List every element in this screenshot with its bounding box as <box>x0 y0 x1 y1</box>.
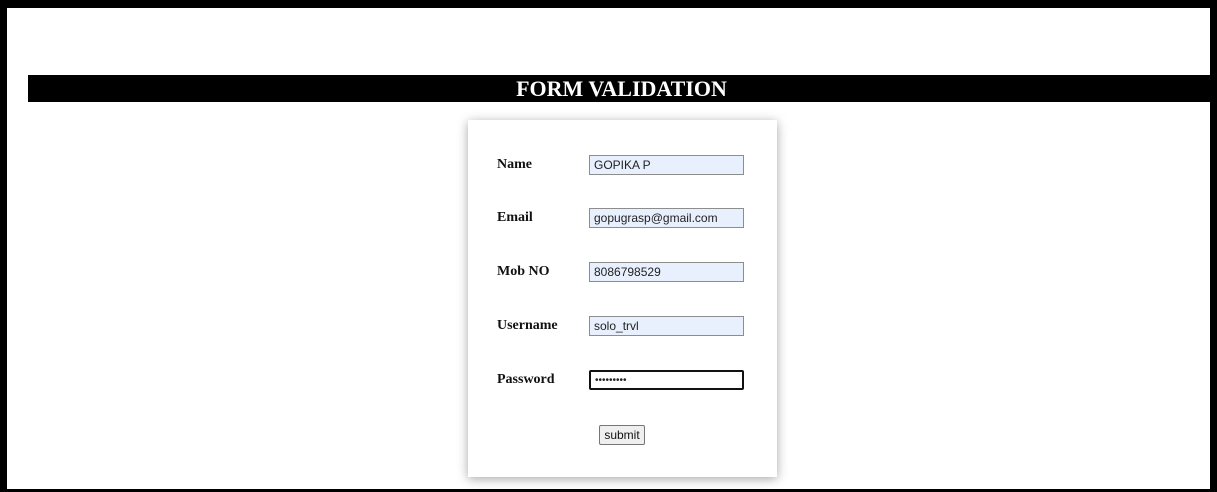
mobile-field[interactable] <box>589 262 744 282</box>
submit-button[interactable]: submit <box>599 425 645 445</box>
password-label: Password <box>497 372 555 387</box>
name-label: Name <box>497 157 532 172</box>
password-field[interactable] <box>589 370 744 390</box>
mobile-label: Mob NO <box>497 264 550 279</box>
page-title: FORM VALIDATION <box>28 75 1215 102</box>
form-container: Name Email Mob NO Username Password subm… <box>468 120 777 477</box>
email-field[interactable] <box>589 208 744 228</box>
page-frame: FORM VALIDATION Name Email Mob NO Userna… <box>0 0 1217 492</box>
username-label: Username <box>497 318 558 333</box>
username-field[interactable] <box>589 316 744 336</box>
email-label: Email <box>497 210 533 225</box>
name-field[interactable] <box>589 155 744 175</box>
